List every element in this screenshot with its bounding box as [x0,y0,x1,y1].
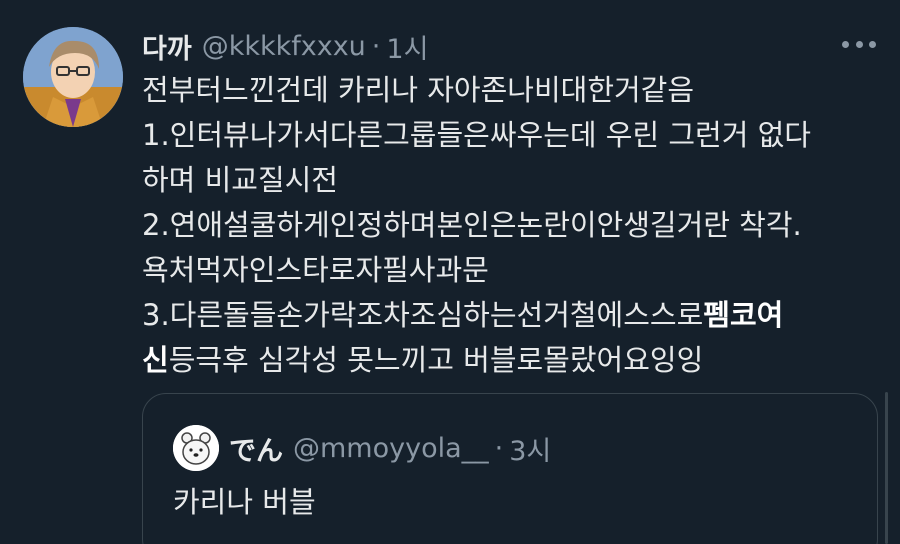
highlighted-term: 펨코여 [703,298,784,332]
tweet-time[interactable]: 1시 [386,27,428,66]
scrollbar[interactable] [885,392,888,544]
more-dot [842,40,849,48]
user-handle[interactable]: @kkkkfxxxu [202,31,366,62]
tweet-line: 욕처먹자인스타로자필사과문 [142,253,489,287]
quote-handle[interactable]: @mmoyyola__ [293,433,489,464]
bear-avatar-icon [173,425,219,471]
display-name[interactable]: 다까 [142,27,192,66]
quote-header: でん @mmoyyola__ · 3시 [229,426,551,470]
tweet-line: 2.연애설쿨하게인정하며본인은논란이안생길거란 착각. [142,208,802,242]
tweet-header: 다까 @kkkkfxxxu · 1시 [142,26,428,66]
quote-display-name[interactable]: でん [229,429,283,468]
quote-text: 카리나 버블 [173,485,316,519]
avatar[interactable] [23,27,123,127]
quote-avatar[interactable] [173,425,219,471]
quoted-tweet[interactable]: でん @mmoyyola__ · 3시 카리나 버블 [142,393,878,544]
tweet-line: 3.다른돌들손가락조차조심하는선거철에스스로 [142,298,704,332]
more-dot [855,40,863,48]
tweet-line: 등극후 심각성 못느끼고 버블로몰랐어요잉잉 [168,343,704,377]
highlighted-term: 신 [142,343,169,377]
more-options-icon[interactable] [842,38,876,50]
quote-time[interactable]: 3시 [509,429,551,468]
quote-separator: · [494,432,504,464]
separator: · [371,30,381,62]
tweet-text: 전부터느낀건데 카리나 자아존나비대한거같음 1.인터뷰나가서다른그룹들은싸우는… [142,68,882,383]
tweet-line: 1.인터뷰나가서다른그룹들은싸우는데 우린 그런거 없다 [142,118,811,152]
tweet-line: 하며 비교질시전 [142,163,338,197]
more-dot [869,40,876,48]
avatar-image [23,27,123,127]
tweet-line: 전부터느낀건데 카리나 자아존나비대한거같음 [142,73,695,107]
